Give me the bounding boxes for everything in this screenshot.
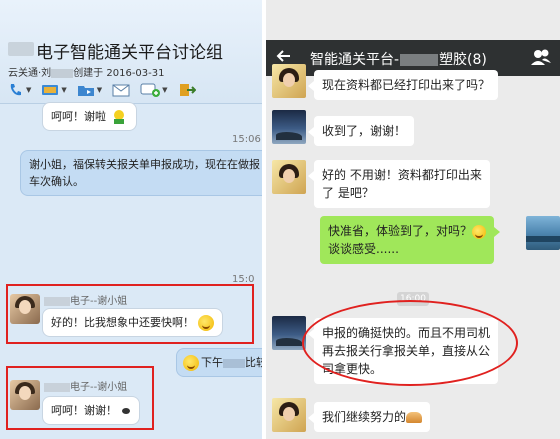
redacted-text [8, 42, 34, 56]
group-subtitle: 云关通·刘 创建于 2016-03-31 [8, 64, 164, 79]
call-button[interactable]: ▼ [8, 81, 31, 99]
chevron-down-icon: ▼ [61, 86, 67, 94]
video-button[interactable]: ▼ [41, 81, 67, 99]
message-bubble: 呵呵！谢啦 [42, 102, 137, 131]
message-text: 呵呵！谢啦 [51, 110, 106, 123]
chevron-down-icon: ▼ [162, 86, 168, 94]
redacted-text [51, 68, 74, 78]
add-member-button[interactable]: ▼ [140, 81, 168, 99]
avatar[interactable] [272, 64, 306, 98]
avatar[interactable] [526, 216, 560, 250]
chevron-down-icon: ▼ [96, 86, 103, 94]
envelope-icon [112, 84, 130, 97]
highlight-box [6, 366, 154, 430]
redacted-text [400, 54, 439, 66]
message-text: 谈谈感受...... [328, 242, 399, 256]
chat-toolbar: ▼ ▼ ▼ ▼ [8, 80, 196, 100]
group-members-button[interactable] [530, 48, 552, 70]
back-arrow-icon [276, 50, 290, 62]
file-button[interactable]: ▼ [77, 81, 102, 99]
message-text: 比较 [245, 356, 262, 369]
chat-message-area: 现在资料都已经打印出来了吗？ 收到了，谢谢！ 好的 不用谢！资料都打印出来 了 … [266, 64, 560, 439]
avatar[interactable] [272, 316, 306, 350]
highlight-box [6, 284, 254, 344]
subtitle-date: 创建于 2016-03-31 [73, 68, 165, 79]
message-bubble: 收到了，谢谢！ [307, 116, 415, 146]
message-text-row: 快准省，体验到了，对吗？ [328, 222, 487, 240]
chat-header: 电子智能通关平台讨论组 云关通·刘 创建于 2016-03-31 ▼ ▼ ▼ ▼ [0, 0, 262, 104]
title-suffix: 塑胶(8) [439, 52, 487, 68]
avatar[interactable] [272, 110, 306, 144]
smiley-icon [472, 224, 487, 239]
desktop-group-chat-panel: 电子智能通关平台讨论组 云关通·刘 创建于 2016-03-31 ▼ ▼ ▼ ▼ [0, 0, 262, 439]
exit-button[interactable] [178, 81, 196, 99]
avatar[interactable] [272, 398, 306, 432]
group-members-icon [531, 49, 551, 65]
title-prefix: 智能通关平台- [310, 52, 400, 68]
message-text: 车次确认。 [29, 175, 84, 188]
video-icon [42, 85, 59, 95]
avatar[interactable] [272, 160, 306, 194]
message-bubble: 现在资料都已经打印出来了吗？ [307, 70, 499, 100]
message-text: 收到了，谢谢！ [322, 124, 407, 138]
message-text: 下午 [201, 356, 223, 369]
message-text: 快准省，体验到了，对吗？ [328, 224, 473, 238]
message-text: 谢小姐，福保转关报关单申报成功，现在在做报 [29, 158, 260, 171]
wechat-chat-panel: 智能通关平台- 塑胶(8) 现在资料都已经打印出来了吗？ 收到了，谢谢！ 好的 不… [266, 0, 560, 439]
message-bubble: 好的 不用谢！资料都打印出来 了 是吧？ [308, 160, 490, 208]
chat-message-area: 呵呵！谢啦 15:06 谢小姐，福保转关报关单申报成功，现在在做报 车次确认。 … [0, 102, 262, 439]
message-text: 现在资料都已经打印出来了吗？ [322, 78, 491, 92]
message-bubble: 我们继续努力的 [307, 402, 431, 432]
timestamp: 15:06 [232, 134, 261, 145]
phone-icon [10, 84, 21, 96]
smiley-flower-icon [113, 110, 124, 124]
message-bubble: 下午 比较 [176, 348, 262, 377]
exit-icon [179, 84, 196, 96]
chevron-down-icon: ▼ [26, 86, 32, 94]
smiley-icon [183, 355, 199, 371]
message-text: 了 是吧？ [322, 186, 374, 200]
message-text: 好的 不用谢！资料都打印出来 [322, 168, 482, 182]
group-title: 电子智能通关平台讨论组 [36, 43, 223, 63]
folder-icon [77, 86, 94, 96]
mail-button[interactable] [112, 81, 130, 99]
redacted-text [223, 358, 245, 368]
bread-icon [406, 412, 423, 423]
chat-title: 智能通关平台- 塑胶(8) [310, 49, 487, 69]
chat-add-icon [140, 83, 161, 97]
message-bubble: 谢小姐，福保转关报关单申报成功，现在在做报 车次确认。 [20, 150, 262, 196]
message-text: 我们继续努力的 [322, 410, 407, 424]
message-bubble: 快准省，体验到了，对吗？ 谈谈感受...... [320, 216, 501, 264]
subtitle-prefix: 云关通·刘 [8, 68, 52, 79]
highlight-oval [302, 300, 518, 386]
